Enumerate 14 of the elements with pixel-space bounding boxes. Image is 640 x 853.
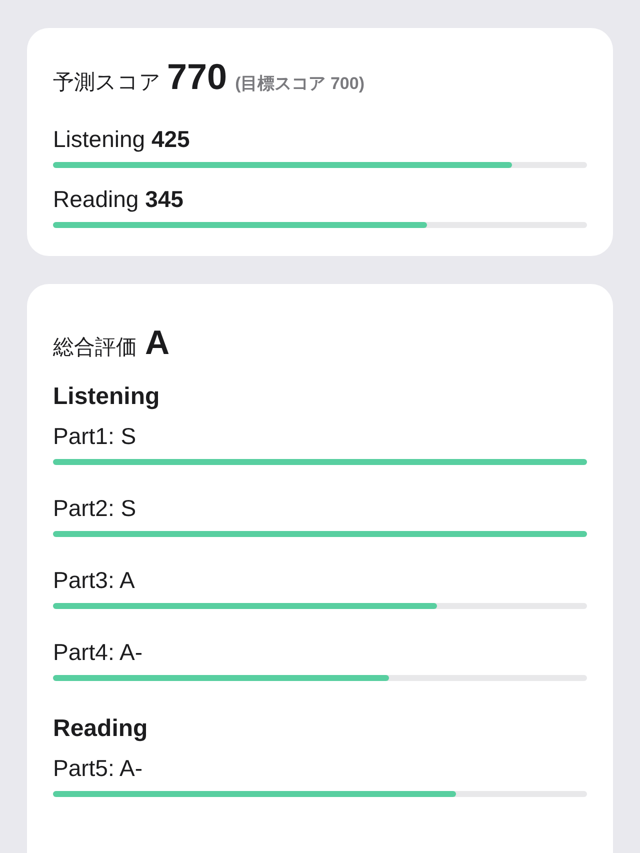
target-score: (目標スコア 700) [235, 73, 364, 95]
evaluation-label: 総合評価 [53, 335, 137, 361]
part-grade: Part3: A [53, 566, 136, 595]
section-title: Reading [53, 715, 149, 743]
section-title: Listening [53, 383, 161, 411]
part-grade: Part1: S [53, 422, 138, 451]
section-score: Listening 425 [53, 125, 191, 154]
part-grade: Part4: A- [53, 638, 144, 667]
part-grade: Part5: A- [53, 754, 144, 783]
overall-grade: A [145, 324, 170, 363]
part-grade: Part2: S [53, 494, 138, 523]
score-label: 予測スコア [53, 70, 161, 96]
section-score: Reading 345 [53, 185, 184, 214]
predicted-score: 770 [167, 56, 228, 98]
